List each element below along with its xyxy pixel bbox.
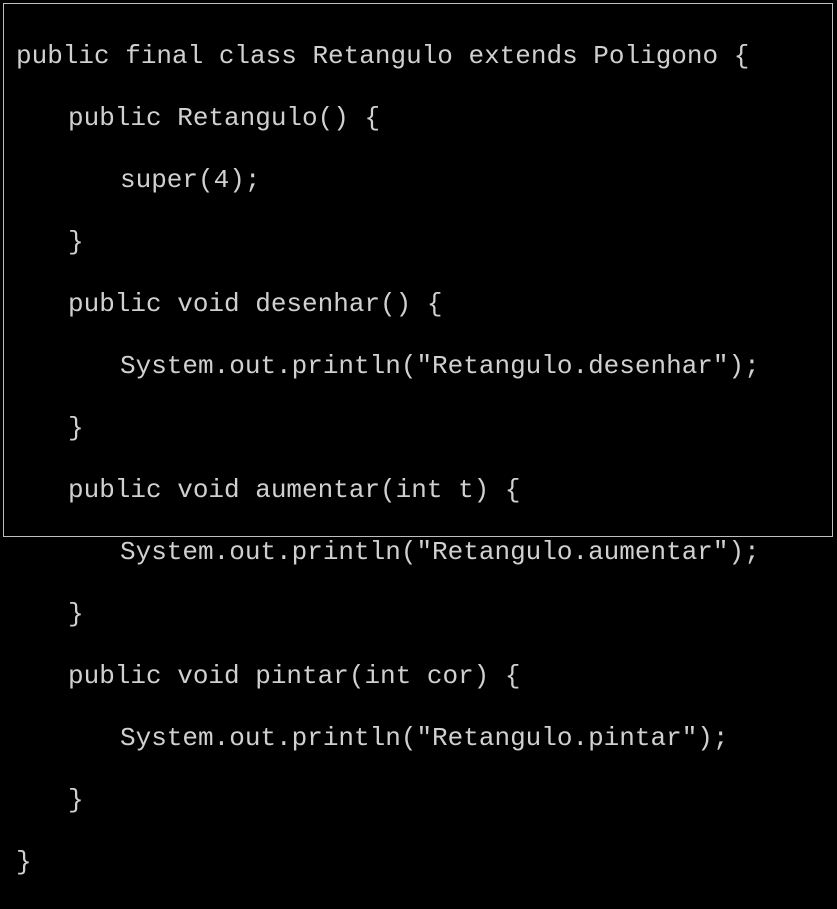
code-line-2: public Retangulo() { bbox=[16, 103, 820, 134]
code-line-8: public void aumentar(int t) { bbox=[16, 475, 820, 506]
code-line-3: super(4); bbox=[16, 165, 820, 196]
code-line-11: public void pintar(int cor) { bbox=[16, 661, 820, 692]
code-line-5: public void desenhar() { bbox=[16, 289, 820, 320]
code-line-4: } bbox=[16, 227, 820, 258]
code-line-14: } bbox=[16, 847, 820, 878]
code-block: public final class Retangulo extends Pol… bbox=[3, 3, 833, 537]
code-line-13: } bbox=[16, 785, 820, 816]
code-line-10: } bbox=[16, 599, 820, 630]
code-line-7: } bbox=[16, 413, 820, 444]
code-line-9: System.out.println("Retangulo.aumentar")… bbox=[16, 537, 820, 568]
code-line-6: System.out.println("Retangulo.desenhar")… bbox=[16, 351, 820, 382]
code-line-12: System.out.println("Retangulo.pintar"); bbox=[16, 723, 820, 754]
code-line-1: public final class Retangulo extends Pol… bbox=[16, 41, 820, 72]
